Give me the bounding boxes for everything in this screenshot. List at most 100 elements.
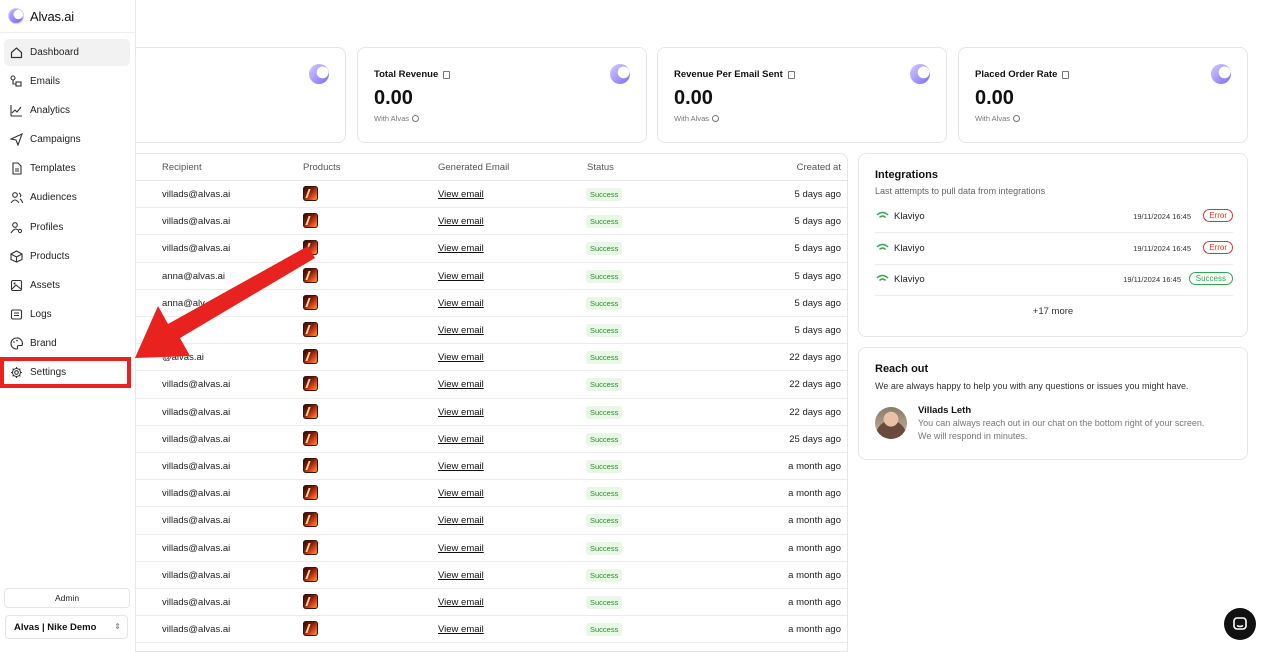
stat-card-revenue-per-email: Revenue Per Email Sent 0.00 With Alvas [657,47,947,143]
created-at-cell: a month ago [788,515,841,527]
sidebar-item-label: Logs [30,308,52,320]
info-icon[interactable] [412,115,420,122]
header-generated-email[interactable]: Generated Email [438,162,509,173]
sidebar-item-logs[interactable]: Logs [4,301,130,328]
view-email-link[interactable]: View email [438,570,484,581]
view-email-link[interactable]: View email [438,488,484,499]
sidebar-item-campaigns[interactable]: Campaigns [4,126,130,153]
product-thumbnail [303,376,318,392]
info-icon[interactable] [1013,115,1021,122]
view-email-link[interactable]: View email [438,243,484,254]
more-integrations-link[interactable]: +17 more [859,306,1247,317]
created-at-cell: 5 days ago [794,270,841,282]
header-status[interactable]: Status [587,162,614,173]
view-email-link[interactable]: View email [438,298,484,309]
table-row[interactable]: villads@alvas.ai View email Success a month… [136,535,847,562]
table-row[interactable]: villads@alvas.ai View email Success a month… [136,507,847,535]
product-thumbnail [303,458,318,473]
status-badge: Success [586,541,623,555]
status-badge: Success [586,378,623,392]
status-badge: Success [586,596,623,609]
table-row[interactable]: anna@alvas.ai View email Success 5 days ago [136,263,847,290]
created-at-cell: 22 days ago [789,352,841,364]
brand[interactable]: Alvas.ai [8,6,74,26]
status-badge: Success [586,514,623,528]
view-email-link[interactable]: View email [438,434,484,445]
table-row[interactable]: villads@alvas.ai View email Success a month… [136,562,847,589]
product-thumbnail [303,267,318,283]
view-email-link[interactable]: View email [438,352,484,363]
sidebar-item-label: Profiles [30,221,64,233]
sidebar-item-dashboard[interactable]: Dashboard [4,39,130,66]
sidebar-item-audiences[interactable]: Audiences [4,184,130,211]
contact-line-1: You can always reach out in our chat on … [918,418,1205,428]
view-email-link[interactable]: View email [438,271,484,282]
created-at-cell: 5 days ago [794,189,841,200]
header-recipient[interactable]: Recipient [162,162,202,173]
header-created-at[interactable]: Created at [797,162,841,173]
email-flow-icon [10,75,23,88]
sidebar-item-brand[interactable]: Brand [4,330,130,357]
reach-out-title: Reach out [875,363,929,375]
recipient-cell: villads@alvas.ai [162,243,231,255]
view-email-link[interactable]: View email [438,624,484,635]
view-email-link[interactable]: View email [438,407,484,418]
view-email-link[interactable]: View email [438,515,484,526]
document-icon [1062,70,1070,79]
header-products[interactable]: Products [303,162,341,173]
recipient-cell: villads@alvas.ai [162,216,231,228]
view-email-link[interactable]: View email [438,543,484,554]
product-thumbnail [303,566,318,582]
contact-line-2: We will respond in minutes. [918,431,1028,441]
stat-title: Total Revenue [374,69,439,80]
sidebar-item-analytics[interactable]: Analytics [4,97,130,124]
product-thumbnail [303,294,318,310]
sidebar-item-products[interactable]: Products [4,243,130,270]
brand-name: Alvas.ai [30,8,74,24]
workspace-selector[interactable]: Alvas | Nike Demo ⇕ [5,615,128,639]
sidebar-item-profiles[interactable]: Profiles [4,214,130,241]
contact-name: Villads Leth [918,405,972,416]
admin-button[interactable]: Admin [4,588,130,608]
info-icon[interactable] [712,115,720,122]
view-email-link[interactable]: View email [438,189,484,200]
status-badge: Success [586,405,623,419]
table-row[interactable]: villads@alvas.ai View email Success a month… [136,453,847,481]
table-row[interactable]: villads@alvas.ai View email Success a month… [136,589,847,617]
table-row[interactable]: villads@alvas.ai View email Success 5 days … [136,208,847,236]
table-row[interactable]: villads@alvas.ai View email Success 25 days… [136,426,847,453]
package-icon [10,250,23,263]
sidebar-item-emails[interactable]: Emails [4,68,130,95]
view-email-link[interactable]: View email [438,379,484,390]
recipient-cell: villads@alvas.ai [162,406,231,418]
sidebar-item-templates[interactable]: Templates [4,155,130,182]
product-thumbnail [303,240,318,256]
table-row[interactable]: villads@alvas.ai View email Success 22 days… [136,399,847,426]
alvas-orb-icon [1211,64,1231,84]
table-row[interactable]: villads@alvas.ai View email Success 22 days… [136,371,847,399]
sidebar-item-assets[interactable]: Assets [4,272,130,299]
recipient-cell: villads@alvas.ai [162,569,231,581]
created-at-cell: 5 days ago [794,325,841,336]
stat-title: Revenue Per Email Sent [674,69,783,80]
chart-line-icon [10,104,23,117]
view-email-link[interactable]: View email [438,325,484,336]
table-row[interactable]: villads@alvas.ai View email Success a month… [136,480,847,508]
chat-button[interactable] [1224,608,1256,640]
document-icon [787,70,795,79]
sidebar-nav: Dashboard Emails Analytics Campaigns Templat… [4,39,130,388]
table-row[interactable]: villads@alvas.ai View email Success a month… [136,616,847,644]
file-icon [10,162,23,175]
table-row[interactable]: @alvas.ai View email Success 22 days ago [136,344,847,372]
created-at-cell: a month ago [788,461,841,472]
table-header: Recipient Products Generated Email Statu… [136,154,847,181]
view-email-link[interactable]: View email [438,216,484,227]
table-row[interactable]: as.ai View email Success 5 days ago [136,317,847,345]
table-row[interactable]: villads@alvas.ai View email Success 5 days … [136,181,847,209]
view-email-link[interactable]: View email [438,461,484,472]
product-thumbnail [303,430,318,446]
table-row[interactable]: villads@alvas.ai View email Success 5 days … [136,235,847,263]
table-row[interactable]: anna@alv View email Success 5 days ago [136,290,847,317]
image-icon [10,279,23,292]
view-email-link[interactable]: View email [438,597,484,608]
